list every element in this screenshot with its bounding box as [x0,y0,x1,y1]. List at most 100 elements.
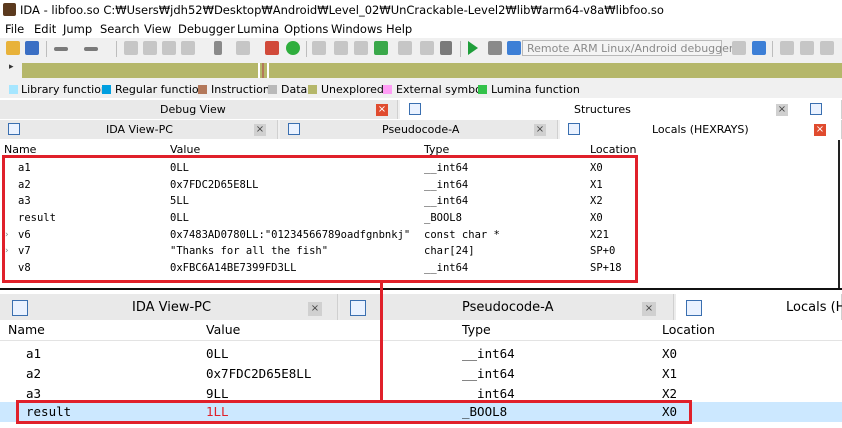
var-name: a1 [26,346,42,361]
tab-label: IDA View-PC [106,123,173,136]
legend-swatch [383,85,392,94]
toolbar-icon-10[interactable] [420,41,434,55]
menu-debugger[interactable]: Debugger [178,22,235,36]
table-row[interactable]: a2 0x7FDC2D65E8LL __int64 X1 [0,364,842,384]
close-x-icon[interactable] [440,41,452,55]
menu-search[interactable]: Search [100,22,140,36]
legend-swatch [102,85,111,94]
tab-label: Structures [574,103,631,116]
toolbar: Remote ARM Linux/Android debugger [0,38,842,60]
back-icon[interactable] [54,47,68,51]
tab-pseudocode-a[interactable]: Pseudocode-A × [280,120,558,139]
nav-arrow-icon[interactable]: ▸ [9,62,14,72]
column-value[interactable]: Value [206,322,240,337]
view-tabs: IDA View-PC × Pseudocode-A × Locals (HEX… [0,120,842,139]
tab-pseudocode-a[interactable]: Pseudocode-A × [340,294,674,320]
title-bar: IDA - libfoo.so C:₩Users₩jdh52₩Desktop₩A… [0,0,842,20]
highlight-box-bottom [16,400,692,424]
structures-icon [409,103,421,115]
legend-swatch [9,85,18,94]
navigation-band[interactable]: ▸ [0,60,842,82]
var-name: a3 [26,386,42,401]
legend-label: External symbol [396,83,485,96]
tab-locals-hexrays[interactable]: Locals (HEXRAYS) × [560,120,842,139]
structures-icon [810,103,822,115]
column-location[interactable]: Location [662,322,715,337]
toolbar-icon-8[interactable] [354,41,368,55]
toolbar-icon-2[interactable] [143,41,157,55]
close-icon[interactable]: × [376,104,388,116]
forward-icon[interactable] [84,47,98,51]
nav-marker [258,63,260,78]
close-icon[interactable]: × [642,302,656,316]
var-type: __int64 [462,386,515,401]
tab-debug-view[interactable]: Debug View × [0,100,398,119]
menu-view[interactable]: View [144,22,171,36]
var-value: 0LL [206,346,229,361]
tab-label: Debug View [160,103,226,116]
column-type[interactable]: Type [462,322,491,337]
column-name[interactable]: Name [8,322,45,337]
close-icon[interactable]: × [534,124,546,136]
legend-swatch [268,85,277,94]
save-icon[interactable] [25,41,39,55]
menu-jump[interactable]: Jump [63,22,92,36]
pane-border [838,140,840,288]
close-icon[interactable]: × [776,104,788,116]
legend-swatch [308,85,317,94]
menu-windows[interactable]: Windows [331,22,382,36]
legend-label: Data [281,83,308,96]
toolbar-icon-14[interactable] [800,41,814,55]
var-location: X1 [662,366,678,381]
nav-marker [267,63,269,78]
tab-locals-hexrays[interactable]: Locals (H [676,294,842,320]
close-icon[interactable]: × [814,124,826,136]
legend-label: Instruction [211,83,270,96]
toolbar-icon-7[interactable] [334,41,348,55]
nav-marker [262,63,264,78]
window-title: IDA - libfoo.so C:₩Users₩jdh52₩Desktop₩A… [20,3,664,17]
locals-icon [686,300,702,316]
table-row[interactable]: a1 0LL __int64 X0 [0,344,842,364]
tab-ida-view-pc[interactable]: IDA View-PC × [0,120,278,139]
toolbar-icon-6[interactable] [312,41,326,55]
open-icon[interactable] [6,41,20,55]
pseudocode-icon [350,300,366,316]
close-icon[interactable]: × [308,302,322,316]
highlight-connector [380,282,383,402]
toolbar-icon-15[interactable] [820,41,834,55]
menu-lumina[interactable]: Lumina [237,22,279,36]
var-value: 9LL [206,386,229,401]
legend-label: Regular function [115,83,206,96]
toolbar-icon-1[interactable] [124,41,138,55]
run-icon[interactable] [468,41,478,55]
tab-label: IDA View-PC [132,300,212,315]
toolbar-icon-4[interactable] [181,41,195,55]
debugger-select[interactable]: Remote ARM Linux/Android debugger [522,40,733,56]
toolbar-icon-11[interactable] [732,41,746,55]
menu-edit[interactable]: Edit [34,22,56,36]
toolbar-icon-12[interactable] [752,41,766,55]
legend-bar: Library function Regular function Instru… [0,82,842,98]
tab-ida-view-pc[interactable]: IDA View-PC × [0,294,338,320]
pause-icon[interactable] [488,41,502,55]
menu-options[interactable]: Options [284,22,328,36]
toolbar-icon-9[interactable] [398,41,412,55]
nav-strip[interactable] [22,63,842,78]
var-location: X2 [662,386,678,401]
lumina-icon[interactable] [286,41,300,55]
add-icon[interactable] [374,41,388,55]
toolbar-icon-3[interactable] [162,41,176,55]
menu-help[interactable]: Help [386,22,412,36]
toolbar-icon-5[interactable] [236,41,250,55]
stop-icon[interactable] [507,41,521,55]
legend-label: Library function [21,83,108,96]
download-icon[interactable] [214,41,222,55]
graph-icon[interactable] [265,41,279,55]
toolbar-icon-13[interactable] [780,41,794,55]
zoomed-tabs: IDA View-PC × Pseudocode-A × Locals (H [0,294,842,320]
tab-structures[interactable]: Structures × [400,100,842,119]
legend-label: Unexplored [321,83,384,96]
close-icon[interactable]: × [254,124,266,136]
menu-file[interactable]: File [5,22,24,36]
